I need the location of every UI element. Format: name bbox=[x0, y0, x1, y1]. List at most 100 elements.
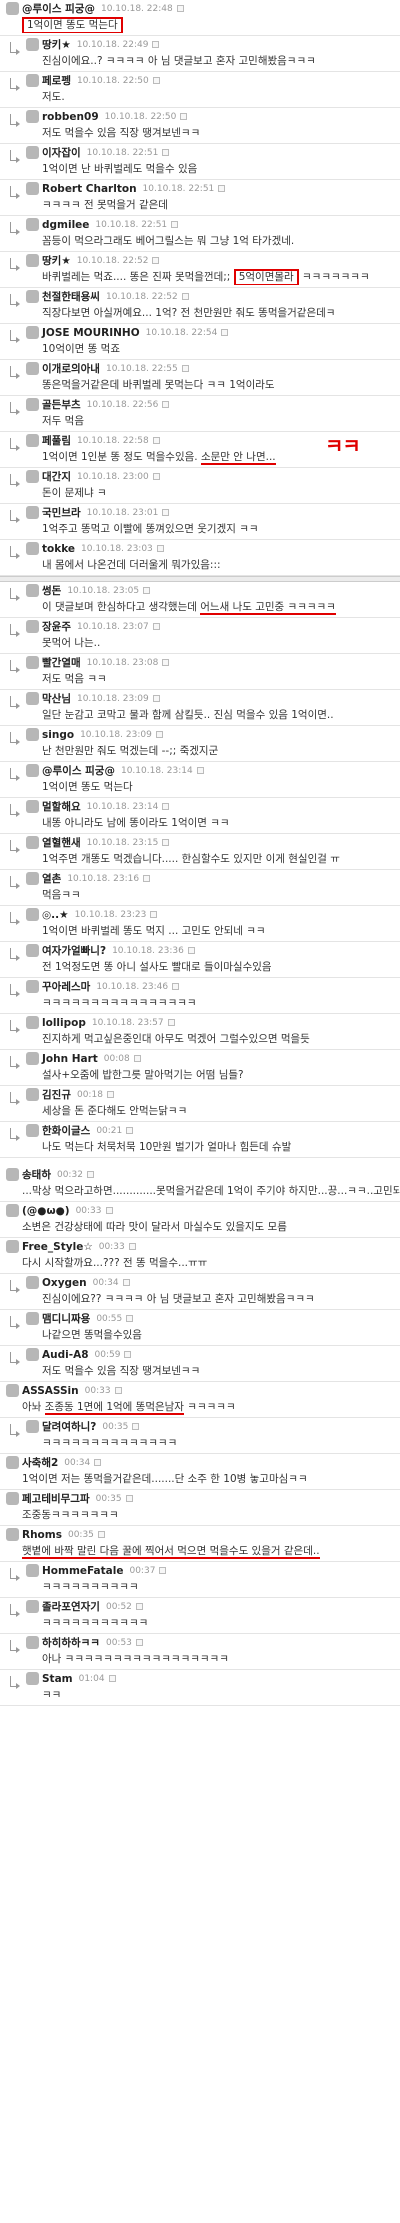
reply-icon[interactable] bbox=[152, 41, 160, 48]
reply-icon[interactable] bbox=[162, 839, 170, 846]
author-name[interactable]: 졸라포연자기 bbox=[42, 1599, 100, 1614]
author-name[interactable]: 막산님 bbox=[42, 691, 71, 706]
author-name[interactable]: Rhoms bbox=[22, 1529, 62, 1541]
author-name[interactable]: 땅키★ bbox=[42, 37, 71, 52]
reply-icon[interactable] bbox=[181, 365, 189, 372]
author-name[interactable]: 이개로의아내 bbox=[42, 361, 100, 376]
reply-icon[interactable] bbox=[106, 1091, 114, 1098]
author-name[interactable]: 대간지 bbox=[42, 469, 71, 484]
reply-icon[interactable] bbox=[196, 767, 204, 774]
reply-icon[interactable] bbox=[143, 587, 151, 594]
reply-icon[interactable] bbox=[162, 509, 170, 516]
author-name[interactable]: 꾸아레스마 bbox=[42, 979, 90, 994]
reply-icon[interactable] bbox=[114, 1387, 122, 1394]
author-name[interactable]: 골든부츠 bbox=[42, 397, 81, 412]
author-name[interactable]: 이자잡이 bbox=[42, 145, 81, 160]
reply-icon[interactable] bbox=[156, 545, 164, 552]
reply-icon[interactable] bbox=[126, 1127, 134, 1134]
author-name[interactable]: 장윤주 bbox=[42, 619, 71, 634]
author-name[interactable]: tokke bbox=[42, 543, 75, 555]
reply-icon[interactable] bbox=[152, 695, 160, 702]
author-name[interactable]: Audi-A8 bbox=[42, 1349, 89, 1361]
reply-icon[interactable] bbox=[132, 1423, 140, 1430]
reply-icon[interactable] bbox=[181, 293, 189, 300]
author-name[interactable]: 썽돈 bbox=[42, 583, 61, 598]
reply-icon[interactable] bbox=[162, 401, 170, 408]
author-name[interactable]: Oxygen bbox=[42, 1277, 87, 1289]
reply-icon[interactable] bbox=[108, 1675, 116, 1682]
reply-icon[interactable] bbox=[162, 149, 170, 156]
author-name[interactable]: dgmilee bbox=[42, 219, 89, 231]
reply-icon[interactable] bbox=[124, 1351, 132, 1358]
reply-icon[interactable] bbox=[150, 911, 158, 918]
comment-item: singo 10.10.18. 23:09 난 천만원만 줘도 먹겠는데 --;;… bbox=[0, 726, 400, 762]
avatar-icon bbox=[26, 692, 39, 705]
author-name[interactable]: @루이스 피궁@ bbox=[42, 763, 115, 778]
author-name[interactable]: 멀할해요 bbox=[42, 799, 81, 814]
author-name[interactable]: ◎..★ bbox=[42, 909, 69, 921]
author-name[interactable]: 빨간열매 bbox=[42, 655, 81, 670]
reply-icon[interactable] bbox=[133, 1055, 141, 1062]
reply-icon[interactable] bbox=[143, 875, 151, 882]
reply-icon[interactable] bbox=[126, 1315, 134, 1322]
reply-icon[interactable] bbox=[128, 1243, 136, 1250]
reply-icon[interactable] bbox=[162, 803, 170, 810]
reply-icon[interactable] bbox=[125, 1495, 133, 1502]
reply-icon[interactable] bbox=[122, 1279, 130, 1286]
author-name[interactable]: 하히하하ㅋㅋ bbox=[42, 1635, 100, 1650]
timestamp: 10.10.18. 23:00 bbox=[76, 471, 149, 482]
reply-icon[interactable] bbox=[155, 731, 163, 738]
reply-icon[interactable] bbox=[97, 1531, 105, 1538]
reply-icon[interactable] bbox=[171, 221, 179, 228]
author-name[interactable]: lollipop bbox=[42, 1017, 86, 1029]
author-name[interactable]: 한화이글스 bbox=[42, 1123, 90, 1138]
author-name[interactable]: HommeFatale bbox=[42, 1565, 123, 1577]
reply-icon[interactable] bbox=[159, 1567, 167, 1574]
author-name[interactable]: 페고테비무그파 bbox=[22, 1491, 90, 1506]
author-name[interactable]: 맴디니짜용 bbox=[42, 1311, 90, 1326]
reply-icon[interactable] bbox=[152, 623, 160, 630]
author-name[interactable]: 땅키★ bbox=[42, 253, 71, 268]
reply-icon[interactable] bbox=[162, 659, 170, 666]
author-name[interactable]: singo bbox=[42, 729, 74, 741]
author-name[interactable]: Stam bbox=[42, 1673, 73, 1685]
reply-icon[interactable] bbox=[86, 1171, 94, 1178]
author-name[interactable]: 국민브라 bbox=[42, 505, 81, 520]
avatar-icon bbox=[26, 1016, 39, 1029]
reply-icon[interactable] bbox=[176, 5, 184, 12]
author-name[interactable]: John Hart bbox=[42, 1053, 98, 1065]
reply-icon[interactable] bbox=[152, 257, 160, 264]
author-name[interactable]: 김진규 bbox=[42, 1087, 71, 1102]
reply-icon[interactable] bbox=[221, 329, 229, 336]
author-name[interactable]: @루이스 피궁@ bbox=[22, 1, 95, 16]
author-name[interactable]: 여자가얼빠니? bbox=[42, 943, 106, 958]
author-name[interactable]: Free_Style☆ bbox=[22, 1241, 93, 1253]
reply-icon[interactable] bbox=[218, 185, 226, 192]
author-name[interactable]: 달려여하니? bbox=[42, 1419, 96, 1434]
reply-icon[interactable] bbox=[152, 437, 160, 444]
author-name[interactable]: 천절한태용씨 bbox=[42, 289, 100, 304]
reply-icon[interactable] bbox=[94, 1459, 102, 1466]
reply-icon[interactable] bbox=[187, 947, 195, 954]
reply-icon[interactable] bbox=[180, 113, 188, 120]
author-name[interactable]: 열촌 bbox=[42, 871, 61, 886]
timestamp: 00:37 bbox=[129, 1565, 156, 1576]
avatar-icon bbox=[26, 728, 39, 741]
author-name[interactable]: robben09 bbox=[42, 111, 99, 123]
reply-icon[interactable] bbox=[167, 1019, 175, 1026]
reply-icon[interactable] bbox=[152, 77, 160, 84]
author-name[interactable]: 페로펭 bbox=[42, 73, 71, 88]
author-name[interactable]: JOSE MOURINHO bbox=[42, 327, 140, 339]
reply-icon[interactable] bbox=[152, 473, 160, 480]
reply-icon[interactable] bbox=[105, 1207, 113, 1214]
author-name[interactable]: (@●ω●) bbox=[22, 1205, 70, 1217]
author-name[interactable]: ASSASSin bbox=[22, 1385, 79, 1397]
reply-icon[interactable] bbox=[135, 1639, 143, 1646]
author-name[interactable]: Robert Charlton bbox=[42, 183, 137, 195]
reply-icon[interactable] bbox=[172, 983, 180, 990]
author-name[interactable]: 사축해2 bbox=[22, 1455, 58, 1470]
author-name[interactable]: 열혈핸새 bbox=[42, 835, 81, 850]
author-name[interactable]: 송태하 bbox=[22, 1167, 51, 1182]
reply-icon[interactable] bbox=[135, 1603, 143, 1610]
author-name[interactable]: 페풀림 bbox=[42, 433, 71, 448]
